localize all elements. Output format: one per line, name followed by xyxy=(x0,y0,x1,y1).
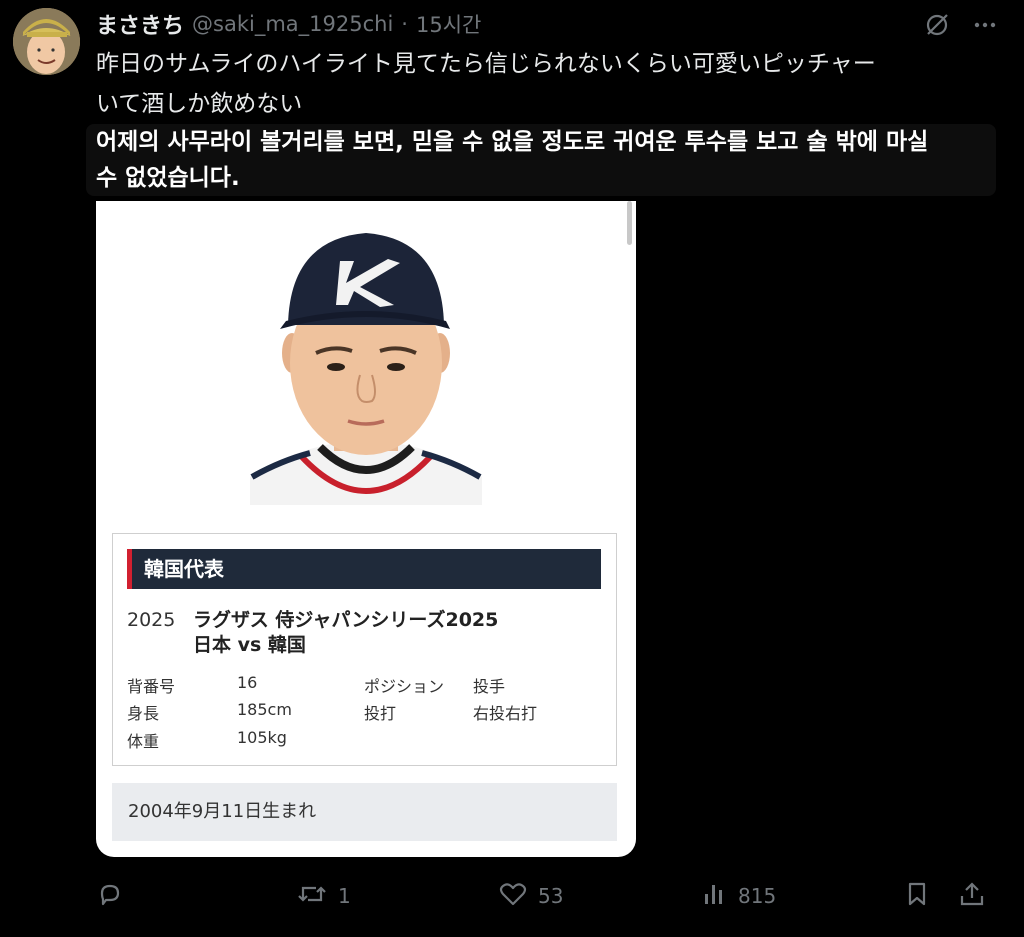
like-button[interactable]: 53 xyxy=(498,878,563,914)
event-name: ラグザス 侍ジャパンシリーズ2025 日本 vs 韓国 xyxy=(193,608,498,658)
separator: · xyxy=(401,12,408,36)
tweet-image[interactable]: 韓国代表 2025 ラグザス 侍ジャパンシリーズ2025 日本 vs 韓国 背番… xyxy=(96,201,636,857)
stat-value-height: 185cm xyxy=(237,700,292,719)
reply-icon xyxy=(96,880,124,913)
display-name[interactable]: まさきち xyxy=(96,8,184,40)
share-icon xyxy=(958,880,986,913)
tweet-text-line: いて酒しか飲めない xyxy=(96,91,303,117)
translation-text: 어제의 사무라이 볼거리를 보면, 믿을 수 없을 정도로 귀여운 투수를 보고… xyxy=(86,124,996,196)
avatar[interactable] xyxy=(13,8,80,75)
more-icon[interactable] xyxy=(972,12,998,38)
stat-value-number: 16 xyxy=(237,673,258,692)
stat-label-position: ポジション xyxy=(364,677,445,696)
retweet-button[interactable]: 1 xyxy=(296,878,351,914)
team-header: 韓国代表 xyxy=(127,549,601,589)
season-year: 2025 xyxy=(127,609,176,631)
event-matchup: 日本 vs 韓国 xyxy=(193,634,306,656)
birthdate: 2004年9月11日生まれ xyxy=(112,783,617,841)
bookmark-icon xyxy=(904,880,930,913)
stat-value-position: 投手 xyxy=(473,677,506,696)
tweet-actions: 1 53 815 xyxy=(96,878,988,914)
like-count: 53 xyxy=(538,884,564,908)
tweet-header: まさきち @saki_ma_1925chi · 15시간 xyxy=(96,8,481,40)
translation-line: 수 없었습니다. xyxy=(96,165,240,191)
user-handle[interactable]: @saki_ma_1925chi xyxy=(192,12,393,36)
stat-label-weight: 体重 xyxy=(127,732,160,751)
reply-button[interactable] xyxy=(96,878,134,914)
retweet-count: 1 xyxy=(338,884,351,908)
event-title: ラグザス 侍ジャパンシリーズ2025 xyxy=(193,609,499,631)
scrollbar xyxy=(627,201,632,245)
views-icon xyxy=(702,880,728,913)
stat-label-number: 背番号 xyxy=(127,677,176,696)
share-button[interactable] xyxy=(958,878,986,914)
header-actions xyxy=(924,12,998,38)
stat-value-bats-throws: 右投右打 xyxy=(473,704,538,723)
bookmark-button[interactable] xyxy=(904,878,930,914)
avatar-image xyxy=(13,8,80,75)
player-photo xyxy=(250,225,482,505)
stat-label-bats-throws: 投打 xyxy=(364,704,397,723)
tweet-text: 昨日のサムライのハイライト見てたら信じられないくらい可愛いピッチャー いて酒しか… xyxy=(96,44,976,124)
retweet-icon xyxy=(296,880,328,913)
translation-line: 어제의 사무라이 볼거리를 보면, 믿을 수 없을 정도로 귀여운 투수를 보고… xyxy=(96,129,929,155)
stat-label-height: 身長 xyxy=(127,704,160,723)
tweet-text-line: 昨日のサムライのハイライト見てたら信じられないくらい可愛いピッチャー xyxy=(96,51,876,77)
grok-icon[interactable] xyxy=(924,12,950,38)
like-icon xyxy=(498,880,528,913)
timestamp[interactable]: 15시간 xyxy=(416,9,481,39)
views-button[interactable]: 815 xyxy=(702,878,776,914)
player-profile-box: 韓国代表 2025 ラグザス 侍ジャパンシリーズ2025 日本 vs 韓国 背番… xyxy=(112,533,617,766)
stat-value-weight: 105kg xyxy=(237,728,287,747)
views-count: 815 xyxy=(738,884,777,908)
